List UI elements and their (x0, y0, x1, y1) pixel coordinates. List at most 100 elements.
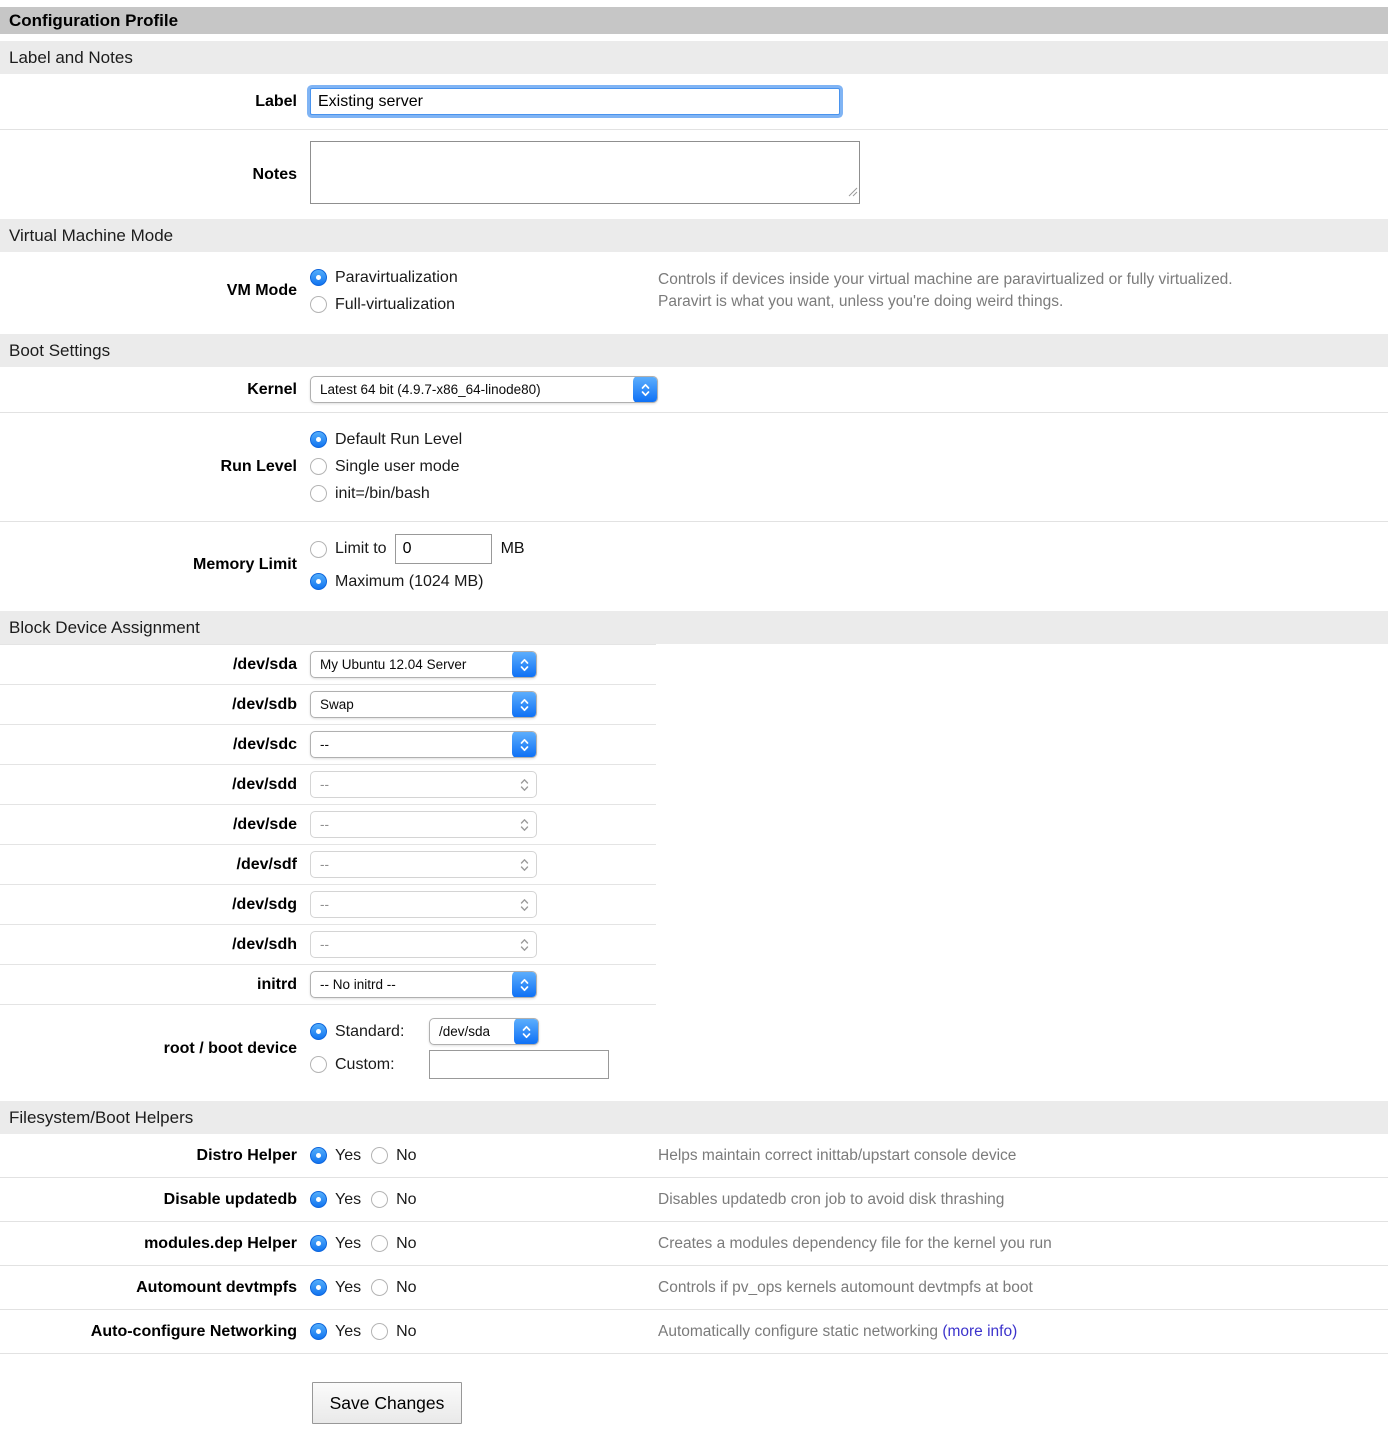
radio-selected-icon[interactable] (310, 1147, 327, 1164)
select-chevrons-icon (512, 771, 537, 798)
kernel-label: Kernel (0, 381, 305, 399)
device-sdf-select: -- (310, 851, 537, 878)
run-level-option-single-user[interactable]: Single user mode (310, 453, 462, 480)
helper-label: Distro Helper (0, 1147, 305, 1165)
auto-configure-networking-no[interactable]: No (371, 1323, 416, 1341)
device-select-value: -- No initrd -- (320, 977, 396, 992)
disable-updatedb-no[interactable]: No (371, 1191, 416, 1209)
device-row-sdf: /dev/sdf -- (0, 845, 656, 885)
root-boot-device-label: root / boot device (0, 1040, 305, 1058)
vm-mode-option-paravirtualization[interactable]: Paravirtualization (310, 264, 658, 291)
radio-selected-icon[interactable] (310, 1279, 327, 1296)
modules-dep-no[interactable]: No (371, 1235, 416, 1253)
automount-devtmpfs-yes[interactable]: Yes (310, 1279, 361, 1297)
kernel-select-value: Latest 64 bit (4.9.7-x86_64-linode80) (320, 382, 541, 397)
run-level-option-default[interactable]: Default Run Level (310, 426, 462, 453)
kernel-select[interactable]: Latest 64 bit (4.9.7-x86_64-linode80) (310, 376, 658, 403)
device-label: /dev/sdh (0, 936, 305, 954)
modules-dep-yes[interactable]: Yes (310, 1235, 361, 1253)
initrd-select[interactable]: -- No initrd -- (310, 971, 537, 998)
helper-row-distro: Distro Helper Yes No Helps maintain corr… (0, 1134, 1388, 1178)
no-label: No (396, 1147, 416, 1165)
standard-option-label: Standard: (335, 1023, 421, 1041)
more-info-link[interactable]: (more info) (942, 1323, 1017, 1340)
root-boot-option-custom[interactable]: Custom: (310, 1056, 421, 1074)
run-level-option-label: Default Run Level (335, 431, 462, 449)
yes-label: Yes (335, 1235, 361, 1253)
radio-selected-icon[interactable] (310, 1235, 327, 1252)
resize-grip-icon[interactable] (848, 184, 858, 202)
custom-device-input[interactable] (429, 1050, 609, 1079)
device-select-value: -- (320, 897, 329, 912)
device-select-value: Swap (320, 697, 354, 712)
device-select-value: My Ubuntu 12.04 Server (320, 657, 466, 672)
automount-devtmpfs-no[interactable]: No (371, 1279, 416, 1297)
device-label: /dev/sdf (0, 856, 305, 874)
vm-mode-option-full-virtualization[interactable]: Full-virtualization (310, 291, 658, 318)
memory-limit-option-maximum[interactable]: Maximum (1024 MB) (310, 568, 525, 595)
radio-unselected-icon[interactable] (371, 1191, 388, 1208)
radio-unselected-icon[interactable] (371, 1147, 388, 1164)
helper-label: Disable updatedb (0, 1191, 305, 1209)
device-sda-select[interactable]: My Ubuntu 12.04 Server (310, 651, 537, 678)
memory-limit-input[interactable] (395, 534, 492, 564)
run-level-option-label: Single user mode (335, 458, 460, 476)
device-sdc-select[interactable]: -- (310, 731, 537, 758)
vm-mode-label: VM Mode (0, 282, 305, 300)
device-sdg-select: -- (310, 891, 537, 918)
radio-unselected-icon[interactable] (371, 1279, 388, 1296)
radio-selected-icon[interactable] (310, 1191, 327, 1208)
run-level-option-init-bash[interactable]: init=/bin/bash (310, 480, 462, 507)
distro-helper-no[interactable]: No (371, 1147, 416, 1165)
radio-unselected-icon[interactable] (371, 1235, 388, 1252)
root-boot-option-standard[interactable]: Standard: (310, 1023, 421, 1041)
radio-selected-icon[interactable] (310, 573, 327, 590)
radio-unselected-icon[interactable] (310, 458, 327, 475)
device-sdh-select: -- (310, 931, 537, 958)
standard-device-select[interactable]: /dev/sda (429, 1018, 539, 1045)
radio-unselected-icon[interactable] (310, 1056, 327, 1073)
radio-unselected-icon[interactable] (310, 296, 327, 313)
radio-unselected-icon[interactable] (310, 541, 327, 558)
auto-configure-networking-yes[interactable]: Yes (310, 1323, 361, 1341)
memory-limit-row: Memory Limit Limit to MB Maximum (1024 M… (0, 522, 1388, 611)
section-header-block-devices: Block Device Assignment (0, 611, 1388, 644)
radio-selected-icon[interactable] (310, 1023, 327, 1040)
no-label: No (396, 1323, 416, 1341)
label-input[interactable] (310, 88, 840, 115)
run-level-row: Run Level Default Run Level Single user … (0, 413, 1388, 522)
radio-selected-icon[interactable] (310, 431, 327, 448)
device-select-value: -- (320, 737, 329, 752)
select-chevrons-icon (512, 931, 537, 958)
yes-label: Yes (335, 1323, 361, 1341)
notes-textarea[interactable] (310, 141, 860, 204)
vm-mode-row: VM Mode Paravirtualization Full-virtuali… (0, 252, 1388, 334)
radio-unselected-icon[interactable] (310, 485, 327, 502)
device-select-value: -- (320, 777, 329, 792)
device-label: /dev/sdb (0, 696, 305, 714)
helper-label: modules.dep Helper (0, 1235, 305, 1253)
helper-row-networking: Auto-configure Networking Yes No Automat… (0, 1310, 1388, 1354)
radio-selected-icon[interactable] (310, 1323, 327, 1340)
helper-row-devtmpfs: Automount devtmpfs Yes No Controls if pv… (0, 1266, 1388, 1310)
select-chevrons-icon (512, 851, 537, 878)
memory-limit-option-limit[interactable]: Limit to (310, 540, 387, 558)
radio-unselected-icon[interactable] (371, 1323, 388, 1340)
device-label: /dev/sdc (0, 736, 305, 754)
device-label: /dev/sde (0, 816, 305, 834)
disable-updatedb-yes[interactable]: Yes (310, 1191, 361, 1209)
radio-selected-icon[interactable] (310, 269, 327, 286)
standard-device-select-value: /dev/sda (439, 1024, 490, 1039)
yes-label: Yes (335, 1191, 361, 1209)
helper-help-text: Controls if pv_ops kernels automount dev… (658, 1277, 1388, 1299)
device-row-sde: /dev/sde -- (0, 805, 656, 845)
device-label: /dev/sdd (0, 776, 305, 794)
distro-helper-yes[interactable]: Yes (310, 1147, 361, 1165)
device-label: initrd (0, 976, 305, 994)
device-sdb-select[interactable]: Swap (310, 691, 537, 718)
save-changes-button[interactable]: Save Changes (312, 1382, 462, 1424)
device-row-sdg: /dev/sdg -- (0, 885, 656, 925)
device-label: /dev/sdg (0, 896, 305, 914)
select-chevrons-icon (512, 811, 537, 838)
helper-help-text: Disables updatedb cron job to avoid disk… (658, 1189, 1388, 1211)
